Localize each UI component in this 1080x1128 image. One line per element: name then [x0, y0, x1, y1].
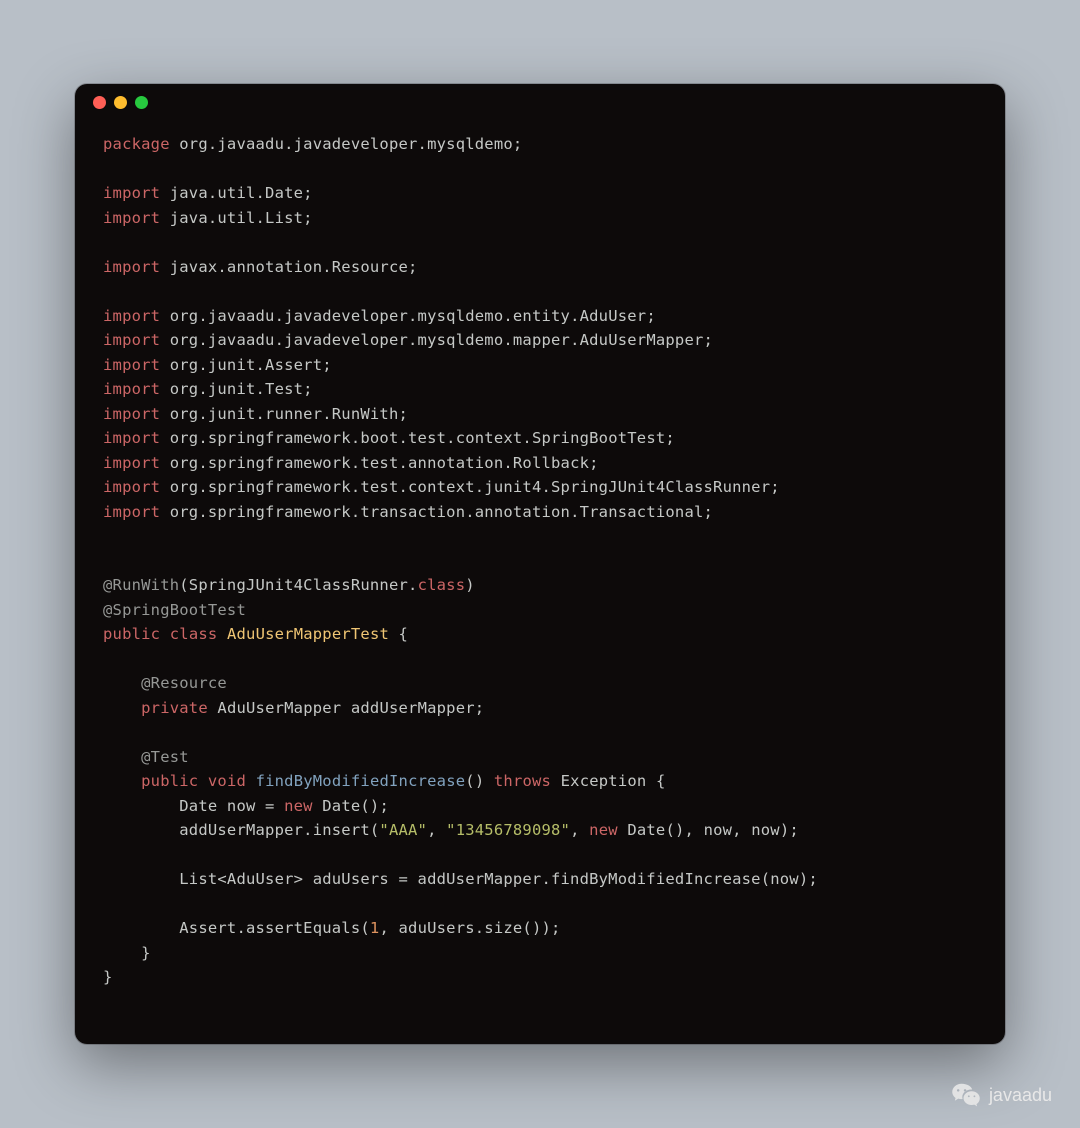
- code-window: package org.javaadu.javadeveloper.mysqld…: [75, 84, 1005, 1044]
- watermark: javaadu: [951, 1080, 1052, 1110]
- window-titlebar: [75, 84, 1005, 120]
- minimize-icon[interactable]: [114, 96, 127, 109]
- watermark-label: javaadu: [989, 1085, 1052, 1106]
- maximize-icon[interactable]: [135, 96, 148, 109]
- close-icon[interactable]: [93, 96, 106, 109]
- wechat-icon: [951, 1080, 981, 1110]
- code-content: package org.javaadu.javadeveloper.mysqld…: [75, 120, 1005, 1002]
